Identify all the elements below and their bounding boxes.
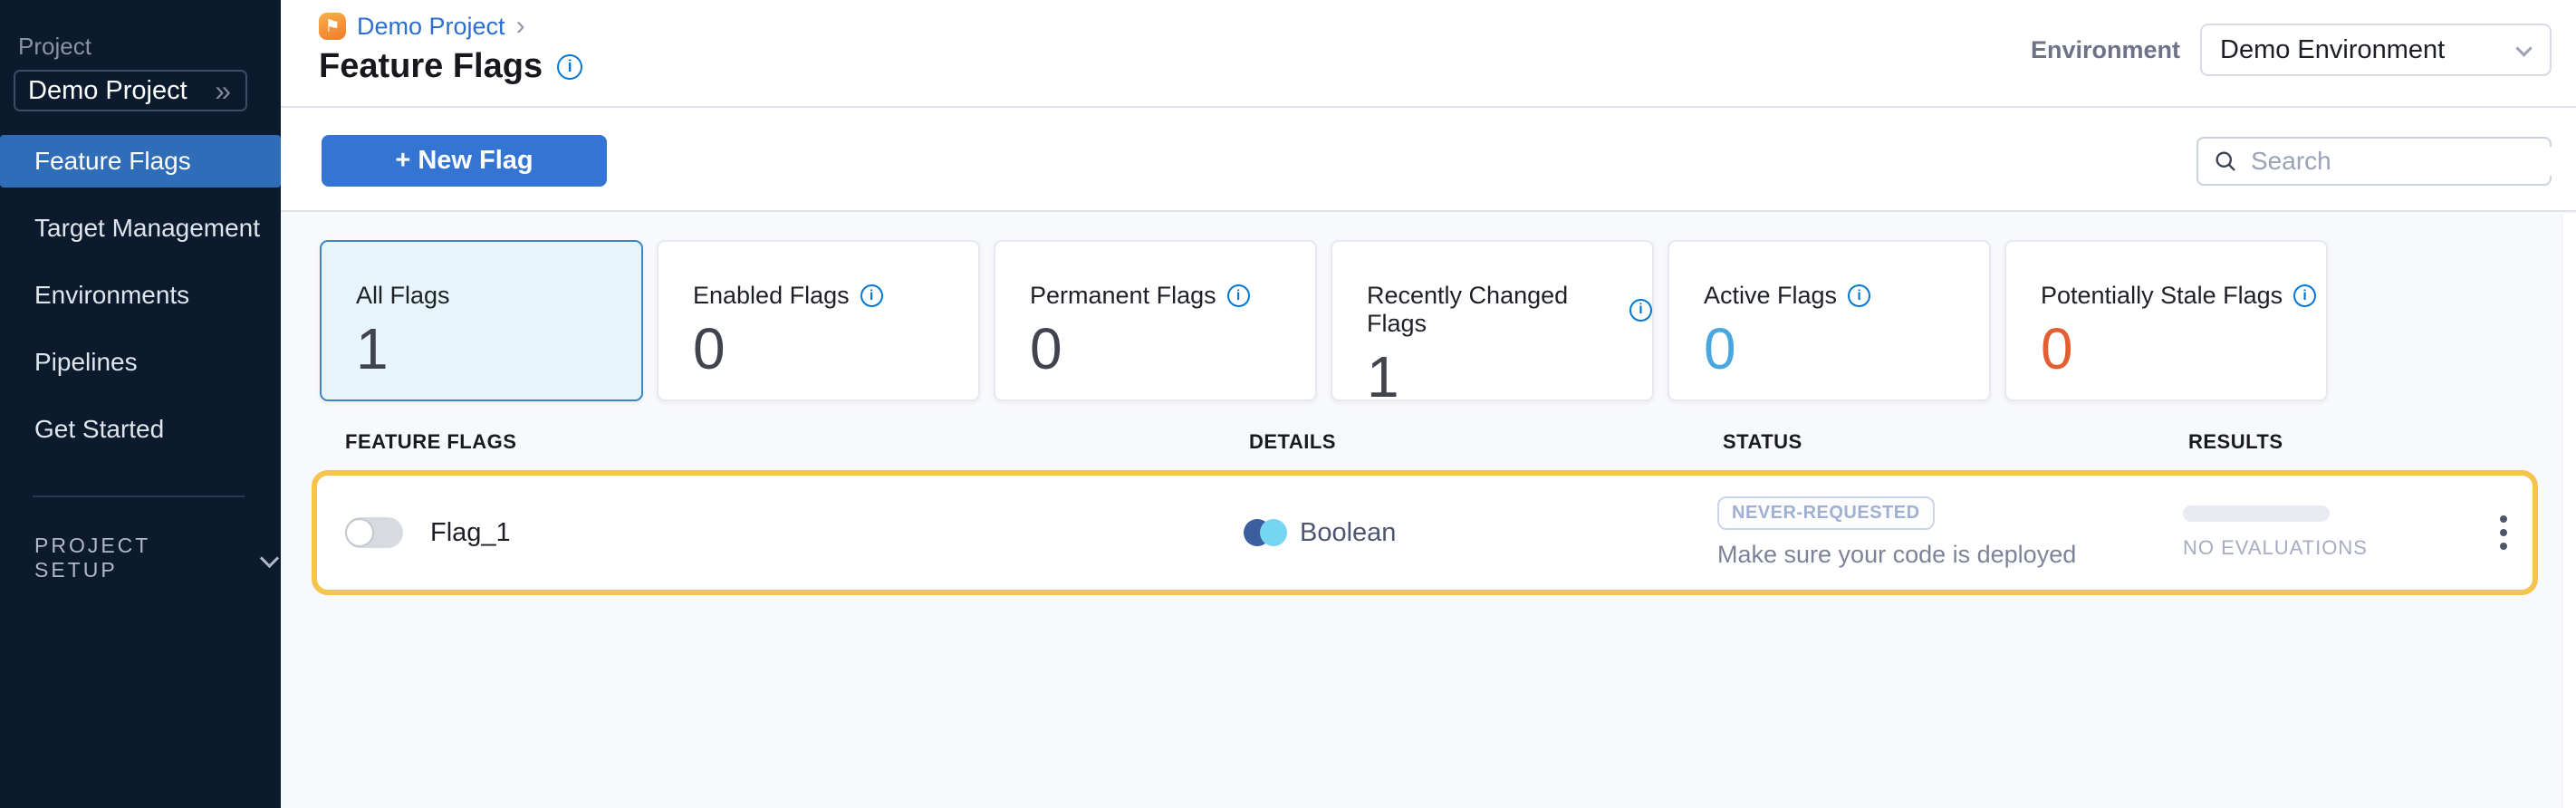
stats-cards: All Flags 1 Enabled Flags i 0 Permanent …: [320, 240, 2576, 401]
column-header-details: DETAILS: [1249, 430, 1723, 454]
page-header: ⚑ Demo Project › Feature Flags i Environ…: [281, 0, 2576, 108]
stat-card-permanent-flags[interactable]: Permanent Flags i 0: [994, 240, 1317, 401]
new-flag-button[interactable]: + New Flag: [322, 135, 607, 187]
info-icon[interactable]: i: [1629, 299, 1652, 322]
toolbar: + New Flag: [281, 108, 2576, 212]
stat-value: 0: [1704, 317, 1989, 380]
status-message: Make sure your code is deployed: [1717, 541, 2076, 569]
sidebar-item-feature-flags[interactable]: Feature Flags: [0, 135, 281, 188]
stat-card-active-flags[interactable]: Active Flags i 0: [1668, 240, 1991, 401]
info-icon[interactable]: i: [2293, 284, 2316, 307]
breadcrumb: ⚑ Demo Project ›: [319, 11, 525, 42]
main-area: ⚑ Demo Project › Feature Flags i Environ…: [281, 0, 2576, 808]
flags-table: FEATURE FLAGS DETAILS STATUS RESULTS Fla…: [312, 430, 2538, 595]
stat-value: 1: [356, 317, 641, 380]
info-icon[interactable]: i: [860, 284, 883, 307]
sidebar-divider: [33, 495, 245, 497]
page-title: Feature Flags: [319, 47, 543, 86]
column-header-status: STATUS: [1723, 430, 2188, 454]
stat-value: 0: [2041, 317, 2326, 380]
sidebar-section-project-setup[interactable]: PROJECT SETUP: [0, 534, 281, 582]
stat-card-potentially-stale-flags[interactable]: Potentially Stale Flags i 0: [2004, 240, 2328, 401]
project-selector[interactable]: Demo Project »: [14, 70, 247, 111]
stat-card-recently-changed-flags[interactable]: Recently Changed Flags i 1: [1331, 240, 1654, 401]
chevron-right-icon: ›: [516, 11, 525, 42]
stat-value: 1: [1367, 345, 1652, 409]
feature-flags-logo-icon: ⚑: [319, 13, 346, 40]
environment-label: Environment: [2031, 36, 2180, 64]
scrollbar[interactable]: [2562, 214, 2576, 808]
evaluations-label: NO EVALUATIONS: [2183, 536, 2368, 560]
sidebar: Project Demo Project » Feature Flags Tar…: [0, 0, 281, 808]
search-input[interactable]: [2251, 147, 2576, 176]
stat-value: 0: [1030, 317, 1315, 380]
toggle-thumb: [345, 518, 374, 547]
column-header-feature-flags: FEATURE FLAGS: [345, 430, 1249, 454]
evaluations-bar: [2183, 505, 2330, 522]
chevron-down-icon: [2515, 41, 2533, 59]
stat-value: 0: [693, 317, 978, 380]
sidebar-item-environments[interactable]: Environments: [0, 269, 281, 322]
search-icon: [2213, 149, 2238, 174]
table-row[interactable]: Flag_1 Boolean NEVER-REQUESTED Make sure…: [312, 470, 2538, 595]
flag-toggle[interactable]: [345, 517, 403, 548]
flag-type-label: Boolean: [1300, 518, 1396, 548]
stat-card-all-flags[interactable]: All Flags 1: [320, 240, 643, 401]
sidebar-item-pipelines[interactable]: Pipelines: [0, 336, 281, 389]
project-label: Project: [18, 33, 281, 61]
sidebar-nav: Feature Flags Target Management Environm…: [0, 135, 281, 456]
row-options-menu-icon[interactable]: [2494, 510, 2513, 555]
content-area: All Flags 1 Enabled Flags i 0 Permanent …: [281, 212, 2576, 595]
breadcrumb-project-link[interactable]: Demo Project: [357, 13, 505, 41]
status-badge: NEVER-REQUESTED: [1717, 496, 1935, 530]
expand-sidebar-icon[interactable]: »: [215, 76, 231, 105]
environment-select[interactable]: Demo Environment: [2200, 24, 2552, 76]
sidebar-item-get-started[interactable]: Get Started: [0, 403, 281, 456]
column-header-results: RESULTS: [2188, 430, 2500, 454]
info-icon[interactable]: i: [557, 54, 582, 80]
table-header: FEATURE FLAGS DETAILS STATUS RESULTS: [312, 430, 2538, 454]
sidebar-item-target-management[interactable]: Target Management: [0, 202, 281, 255]
flag-name[interactable]: Flag_1: [430, 518, 511, 548]
project-selector-value: Demo Project: [28, 76, 187, 106]
search-box: [2196, 137, 2552, 186]
boolean-type-icon: [1244, 519, 1287, 546]
stat-card-enabled-flags[interactable]: Enabled Flags i 0: [657, 240, 980, 401]
info-icon[interactable]: i: [1848, 284, 1870, 307]
chevron-down-icon: [261, 548, 281, 568]
info-icon[interactable]: i: [1227, 284, 1250, 307]
environment-select-value: Demo Environment: [2220, 35, 2445, 65]
